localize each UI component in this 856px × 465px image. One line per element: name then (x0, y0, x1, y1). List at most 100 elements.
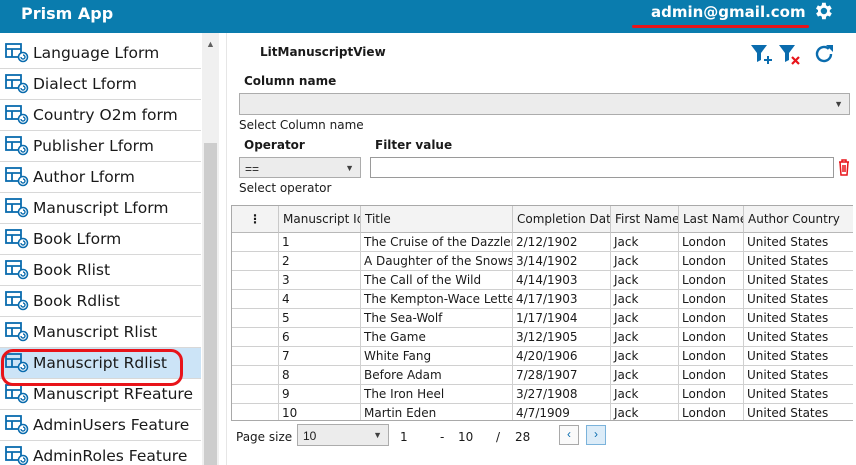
table-cell: The Sea-Wolf (361, 309, 513, 328)
column-header[interactable]: First Name (611, 206, 679, 233)
filter-value-input[interactable] (370, 157, 834, 178)
sidebar-item-label: Manuscript Rlist (33, 323, 158, 341)
sidebar-item[interactable]: Book Lform (0, 224, 201, 255)
column-name-select[interactable]: ▼ (239, 93, 850, 115)
refresh-icon[interactable] (812, 42, 836, 66)
table-row[interactable]: 2A Daughter of the Snows 3/14/1902 Jack Lon… (232, 252, 853, 271)
table-cell: Jack (611, 404, 679, 420)
sidebar-item[interactable]: Publisher Lform (0, 131, 201, 162)
table-row[interactable]: 10 Martin Eden 4/7/1909 Jack London United St… (232, 404, 853, 420)
operator-select[interactable]: == ▼ (239, 157, 361, 178)
sidebar-divider (226, 33, 227, 465)
table-row[interactable]: 1 The Cruise of the Dazzler 2/12/1902 Jack L… (232, 233, 853, 252)
row-selector[interactable] (232, 385, 279, 404)
table-cell: United States (744, 233, 853, 252)
gear-icon[interactable] (810, 0, 836, 22)
total-separator: / (496, 430, 501, 444)
column-header[interactable]: Title (361, 206, 513, 233)
table-cell: Jack (611, 233, 679, 252)
sidebar-item[interactable]: Language Lform (0, 38, 201, 69)
sidebar-scrollbar[interactable]: ▲ (202, 33, 219, 465)
table-cell: Jack (611, 366, 679, 385)
table-cell: United States (744, 366, 853, 385)
column-header[interactable]: Author Country (744, 206, 853, 233)
row-selector[interactable] (232, 309, 279, 328)
chevron-down-icon: ▼ (373, 430, 382, 440)
column-header[interactable]: Completion Date (513, 206, 611, 233)
table-cell: Martin Eden (361, 404, 513, 420)
table-cell: United States (744, 290, 853, 309)
prev-page-button[interactable]: ‹ (559, 425, 579, 445)
table-row[interactable]: 7 White Fang 4/20/1906 Jack London United Sta… (232, 347, 853, 366)
table-cell: United States (744, 347, 853, 366)
column-header[interactable]: Last Name (679, 206, 744, 233)
table-row[interactable]: 8 Before Adam 7/28/1907 Jack London United St… (232, 366, 853, 385)
table-cell: Jack (611, 271, 679, 290)
table-cell: Jack (611, 328, 679, 347)
table-row[interactable]: 6 The Game 3/12/1905 Jack London United State… (232, 328, 853, 347)
sidebar-item-label: Manuscript Lform (33, 199, 169, 217)
trash-icon[interactable] (837, 158, 851, 176)
table-cell: Jack (611, 347, 679, 366)
table-cell: 6 (279, 328, 361, 347)
table-cell: London (679, 385, 744, 404)
next-page-button[interactable]: › (586, 425, 606, 445)
form-icon (5, 322, 29, 342)
sidebar-item[interactable]: Book Rdlist (0, 286, 201, 317)
sidebar-item[interactable]: Manuscript Rlist (0, 317, 201, 348)
table-cell: London (679, 290, 744, 309)
form-icon (5, 105, 29, 125)
range-end: 10 (458, 430, 474, 444)
table-cell: London (679, 252, 744, 271)
table-cell: White Fang (361, 347, 513, 366)
scrollbar-thumb[interactable] (204, 143, 217, 465)
table-cell: The Kempton-Wace Letters (361, 290, 513, 309)
row-selector[interactable] (232, 347, 279, 366)
row-selector[interactable] (232, 252, 279, 271)
row-selector[interactable] (232, 290, 279, 309)
sidebar-item[interactable]: AdminRoles Feature (0, 441, 201, 465)
row-selector[interactable] (232, 271, 279, 290)
table-cell: 3 (279, 271, 361, 290)
filter-add-icon[interactable] (749, 42, 773, 66)
table-cell: The Call of the Wild (361, 271, 513, 290)
table-cell: London (679, 347, 744, 366)
table-row[interactable]: 5 The Sea-Wolf 1/17/1904 Jack London United S… (232, 309, 853, 328)
table-cell: United States (744, 385, 853, 404)
sidebar-item[interactable]: AdminUsers Feature (0, 410, 201, 441)
sidebar-item[interactable]: Manuscript Lform (0, 193, 201, 224)
column-header[interactable]: Manuscript Id (279, 206, 361, 233)
table-cell: 4/14/1903 (513, 271, 611, 290)
table-row[interactable]: 3 The Call of the Wild 4/14/1903 Jack London… (232, 271, 853, 290)
form-icon (5, 384, 29, 404)
form-icon (5, 136, 29, 156)
sidebar-item[interactable]: Manuscript RFeature (0, 379, 201, 410)
row-selector[interactable] (232, 366, 279, 385)
column-name-hint: Select Column name (239, 118, 364, 132)
row-selector[interactable] (232, 233, 279, 252)
sidebar-item[interactable]: Country O2m form (0, 100, 201, 131)
sidebar-item-label: Manuscript Rdlist (33, 354, 168, 372)
table-row[interactable]: 9 The Iron Heel 3/27/1908 Jack London United … (232, 385, 853, 404)
user-email[interactable]: admin@gmail.com (651, 3, 806, 21)
grid-menu-icon[interactable]: ⋮ (232, 206, 279, 233)
table-cell: London (679, 404, 744, 420)
table-cell: 2/12/1902 (513, 233, 611, 252)
total-count: 28 (515, 430, 531, 444)
sidebar-item[interactable]: Book Rlist (0, 255, 201, 286)
form-icon (5, 167, 29, 187)
form-icon (5, 446, 29, 465)
row-selector[interactable] (232, 328, 279, 347)
row-selector[interactable] (232, 404, 279, 420)
table-cell: Jack (611, 290, 679, 309)
form-icon (5, 291, 29, 311)
sidebar-item[interactable]: Dialect Lform (0, 69, 201, 100)
scroll-up-icon[interactable]: ▲ (206, 39, 215, 49)
page-size-select[interactable]: 10 ▼ (297, 424, 389, 446)
table-cell: 2 (279, 252, 361, 271)
sidebar-item[interactable]: Author Lform (0, 162, 201, 193)
filter-remove-icon[interactable] (777, 42, 801, 66)
table-row[interactable]: 4 The Kempton-Wace Letters 4/17/1903 Jack Lo… (232, 290, 853, 309)
page-size-label: Page size (236, 430, 293, 444)
sidebar-item[interactable]: Manuscript Rdlist (0, 348, 201, 379)
